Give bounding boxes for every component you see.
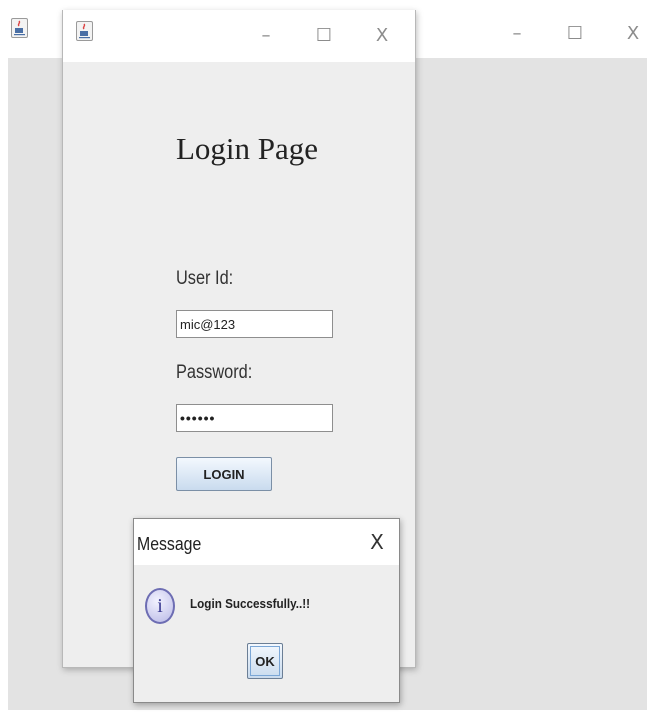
close-button[interactable]: X: [622, 22, 644, 44]
maximize-button[interactable]: ☐: [564, 22, 586, 44]
close-icon: X: [626, 22, 640, 44]
close-icon: X: [375, 24, 389, 46]
maximize-icon: ☐: [566, 22, 584, 44]
dialog-title: Message: [137, 534, 202, 554]
password-input[interactable]: [176, 404, 333, 432]
user-id-label: User Id:: [176, 268, 234, 289]
java-app-icon[interactable]: [76, 21, 93, 41]
minimize-icon: –: [512, 22, 522, 44]
close-icon: X: [370, 530, 384, 554]
ok-button[interactable]: OK: [247, 643, 283, 679]
maximize-button[interactable]: ☐: [313, 24, 335, 46]
minimize-button[interactable]: –: [506, 22, 528, 44]
close-button[interactable]: X: [371, 24, 393, 46]
message-dialog: Message X i Login Successfully..!! OK: [133, 518, 400, 703]
minimize-button[interactable]: –: [255, 24, 277, 46]
java-app-icon[interactable]: [11, 18, 28, 38]
page-title: Login Page: [176, 131, 319, 166]
dialog-message: Login Successfully..!!: [190, 596, 311, 611]
minimize-icon: –: [261, 24, 271, 46]
user-id-input[interactable]: [176, 310, 333, 338]
dialog-close-button[interactable]: X: [366, 530, 388, 554]
login-button[interactable]: LOGIN: [176, 457, 272, 491]
window-titlebar[interactable]: – ☐ X: [63, 10, 415, 62]
info-icon-glyph: i: [157, 594, 163, 617]
maximize-icon: ☐: [315, 24, 333, 46]
info-icon: i: [145, 588, 175, 624]
dialog-titlebar[interactable]: Message X: [134, 519, 399, 565]
password-label: Password:: [176, 362, 253, 383]
